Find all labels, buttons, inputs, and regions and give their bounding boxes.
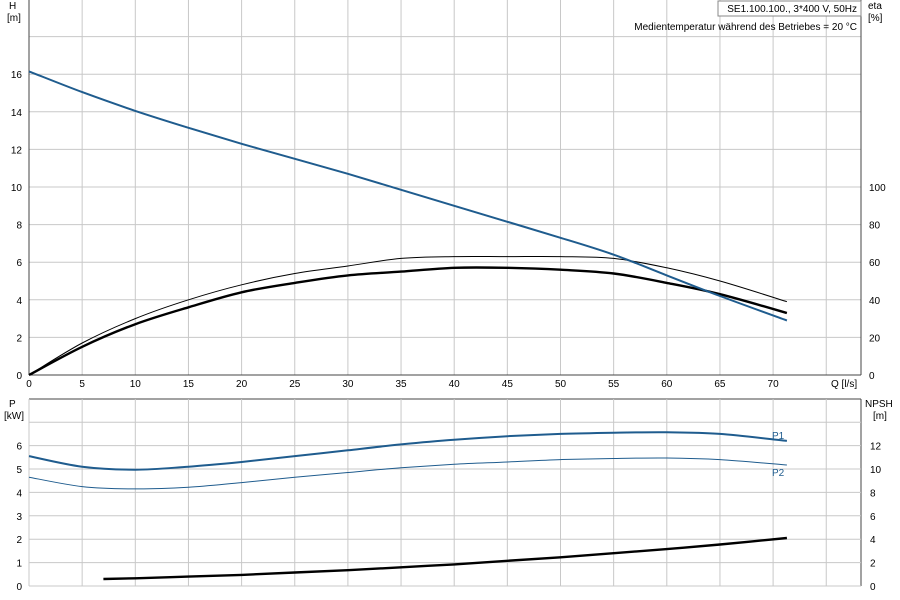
npsh-tick-label: 4 [870,535,876,546]
p-tick-label: 0 [16,582,22,593]
h-tick-label: 14 [11,108,23,119]
npsh-tick-label: 12 [870,442,882,453]
h-tick-label: 0 [16,371,22,382]
lower-right-axis-unit: [m] [873,411,887,422]
x-tick-label: 0 [26,379,32,390]
lower-left-axis-label: P [9,399,16,410]
h-tick-label: 4 [16,296,22,307]
p-tick-label: 5 [16,465,22,476]
x-tick-label: 30 [342,379,354,390]
eta-tick-label: 60 [869,258,881,269]
upper-x-axis-label: Q [l/s] [831,379,857,390]
h-tick-label: 6 [16,258,22,269]
h-tick-label: 16 [11,70,23,81]
p-tick-label: 4 [16,488,22,499]
x-tick-label: 40 [449,379,461,390]
npsh-curve [103,536,788,581]
p-tick-label: 2 [16,535,22,546]
eta-tick-label: 100 [869,183,886,194]
npsh-tick-label: 0 [870,582,876,593]
p2-series-label: P2 [772,468,785,479]
x-tick-label: 25 [289,379,301,390]
x-tick-label: 65 [714,379,726,390]
curves-group [28,70,788,581]
eta-tick-label: 80 [869,221,881,232]
medium-temperature-text: Medientemperatur während des Betriebes =… [634,22,857,33]
lower-grid [28,399,861,587]
eta-tick-label: 40 [869,296,881,307]
npsh-tick-label: 8 [870,488,876,499]
x-tick-label: 45 [502,379,514,390]
x-tick-label: 20 [236,379,248,390]
x-tick-label: 70 [768,379,780,390]
upper-left-axis-label: H [9,1,16,12]
x-tick-label: 15 [183,379,195,390]
x-tick-label: 60 [661,379,673,390]
pump-performance-chart: H [m] eta [%] Q [l/s] SE1.100.100., 3*40… [4,0,893,593]
npsh-tick-label: 6 [870,512,876,523]
p1-curve [28,431,787,471]
eta-tick-label: 0 [869,371,875,382]
upper-right-axis-label: eta [868,1,882,12]
lower-right-axis-label: NPSH [865,399,893,410]
upper-grid [28,0,862,587]
p-tick-label: 3 [16,512,22,523]
eta-pump-curve [28,255,788,376]
x-tick-label: 10 [130,379,142,390]
p2-curve [28,457,787,490]
upper-left-axis-unit: [m] [7,13,21,24]
model-info-text: SE1.100.100., 3*400 V, 50Hz [727,4,857,15]
eta-tick-label: 20 [869,333,881,344]
x-tick-label: 50 [555,379,567,390]
npsh-tick-label: 10 [870,465,882,476]
npsh-tick-label: 2 [870,559,876,570]
tick-labels-group: 0 5 10 15 20 25 30 35 40 45 50 55 60 65 70024681012141… [11,70,886,593]
p-tick-label: 1 [16,559,22,570]
eta-total-curve [28,266,788,377]
p1-series-label: P1 [772,431,785,442]
h-tick-label: 10 [11,183,23,194]
h-tick-label: 2 [16,333,22,344]
h-tick-label: 12 [11,145,23,156]
x-tick-label: 5 [79,379,85,390]
x-tick-label: 35 [395,379,407,390]
p-tick-label: 6 [16,442,22,453]
upper-right-axis-unit: [%] [868,13,883,24]
x-tick-label: 55 [608,379,620,390]
h-tick-label: 8 [16,221,22,232]
lower-left-axis-unit: [kW] [4,411,24,422]
